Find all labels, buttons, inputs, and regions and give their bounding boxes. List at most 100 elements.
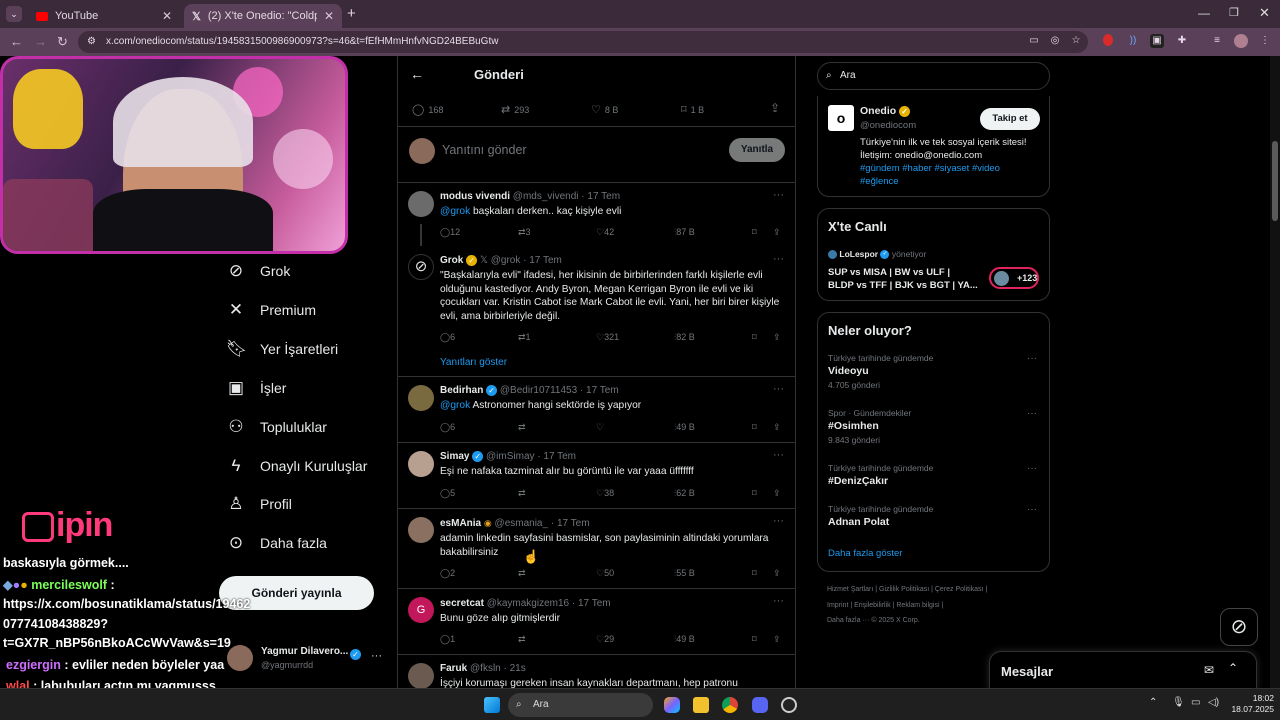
more-options-icon[interactable]: ··· — [773, 253, 784, 265]
taskbar-search[interactable]: ⌕ Ara — [508, 693, 653, 717]
like-action[interactable]: ♡ 42 — [596, 227, 614, 238]
nav-bookmarks[interactable]: 🔖︎ Yer İşaretleri — [226, 338, 338, 360]
like-action[interactable]: ♡ — [596, 422, 604, 433]
app-icon[interactable] — [781, 697, 797, 713]
nav-grok[interactable]: ⊘ Grok — [226, 260, 290, 282]
author-name[interactable]: Bedirhan — [440, 385, 483, 396]
bookmark-action[interactable]: ⌑ — [752, 227, 757, 238]
chrome-icon[interactable] — [722, 697, 738, 713]
like-action[interactable]: ♡ 321 — [596, 332, 619, 343]
close-tab-icon[interactable]: ✕ — [162, 9, 172, 23]
search-input[interactable]: ⌕ Ara — [817, 62, 1050, 90]
tray-chevron-icon[interactable]: ⌃ — [1149, 697, 1157, 708]
repost-action[interactable]: ⇄ — [518, 568, 526, 579]
tweet-avatar[interactable] — [408, 191, 434, 217]
tweet[interactable]: G secretcat @kaymakgizem16 · 17 Tem ··· … — [398, 588, 796, 654]
views-action[interactable]: ⫶ 55 B — [674, 568, 695, 579]
windows-start-icon[interactable] — [484, 697, 500, 713]
footer-links[interactable]: Daha fazla ··· © 2025 X Corp. — [827, 617, 920, 624]
volume-icon[interactable]: ◁) — [1208, 697, 1219, 708]
repost-action[interactable]: ⇄ 3 — [518, 227, 531, 238]
tweet-avatar[interactable] — [408, 451, 434, 477]
file-explorer-icon[interactable] — [693, 697, 709, 713]
nav-premium[interactable]: ✕ Premium — [226, 299, 316, 321]
tweet-avatar[interactable] — [408, 385, 434, 411]
bookmark-action[interactable]: ⌑ — [752, 488, 757, 499]
forward-icon[interactable]: → — [34, 34, 47, 49]
profile-tags[interactable]: #gündem #haber #siyaset #video #eğlence — [860, 162, 1040, 188]
host-name[interactable]: LoLespor — [839, 249, 878, 259]
reply-stat[interactable]: ◯ 168 — [412, 103, 443, 116]
share-action[interactable]: ⇪ — [773, 634, 781, 645]
discord-icon[interactable] — [752, 697, 768, 713]
trend-more-icon[interactable]: ··· — [1027, 408, 1037, 419]
new-message-icon[interactable]: ✉ — [1204, 663, 1214, 677]
onedio-avatar[interactable]: o — [828, 105, 854, 131]
tweet[interactable]: esMAnia ◉ @esmania_ · 17 Tem ··· adamin … — [398, 508, 796, 588]
views-action[interactable]: ⫶ 49 B — [674, 422, 695, 433]
live-listeners-badge[interactable]: +123 — [989, 267, 1039, 289]
trend-more-icon[interactable]: ··· — [1027, 504, 1037, 515]
repost-action[interactable]: ⇄ — [518, 488, 526, 499]
reply-action[interactable]: ◯ 1 — [440, 634, 455, 645]
reply-action[interactable]: ◯ 6 — [440, 332, 455, 343]
grok-avatar-icon[interactable]: ⊘ — [408, 254, 434, 280]
bookmark-stat[interactable]: ⌑ 1 B — [681, 103, 704, 116]
nav-communities[interactable]: ⚇ Topluluklar — [226, 416, 327, 438]
repost-action[interactable]: ⇄ — [518, 422, 526, 433]
trend-item[interactable]: Türkiye tarihinde gündemde Videoyu 4.705… — [818, 351, 1049, 397]
trend-item[interactable]: Türkiye tarihinde gündemde Adnan Polat ·… — [818, 502, 1049, 536]
author-name[interactable]: Grok — [440, 255, 463, 266]
eye-off-icon[interactable]: ◎ — [1048, 34, 1062, 48]
trend-item[interactable]: Türkiye tarihinde gündemde #DenizÇakır ·… — [818, 461, 1049, 495]
nav-more[interactable]: ⊙ Daha fazla — [226, 532, 327, 554]
maximize-button[interactable]: ❐ — [1229, 6, 1239, 19]
account-switcher[interactable]: Yagmur Dilavero... ✓ @yagmurrdd ··· — [226, 644, 386, 674]
tweet-avatar[interactable]: G — [408, 597, 434, 623]
live-text[interactable]: SUP vs MISA | BW vs ULF | BLDP vs TFF | … — [828, 266, 978, 292]
bookmark-action[interactable]: ⌑ — [752, 568, 757, 579]
back-icon[interactable]: ← — [10, 34, 23, 49]
share-action[interactable]: ⇪ — [773, 488, 781, 499]
bookmark-action[interactable]: ⌑ — [752, 634, 757, 645]
footer-links[interactable]: Imprint | Erişilebilirlik | Reklam bilgi… — [827, 602, 943, 609]
more-options-icon[interactable]: ··· — [773, 595, 784, 607]
reading-list-icon[interactable]: ≡ — [1210, 34, 1224, 48]
like-action[interactable]: ♡ 29 — [596, 634, 614, 645]
views-action[interactable]: ⫶ 87 B — [674, 227, 695, 238]
repost-stat[interactable]: ⇄ 293 — [501, 103, 529, 116]
share-action[interactable]: ⇪ — [773, 568, 781, 579]
tweet-avatar[interactable] — [408, 517, 434, 543]
extensions-icon[interactable]: ✚ — [1175, 34, 1189, 48]
account-more-icon[interactable]: ··· — [371, 650, 382, 662]
tweet[interactable]: Simay ✓ @imSimay · 17 Tem ··· Eşi ne naf… — [398, 442, 796, 508]
page-scrollbar[interactable] — [1270, 56, 1280, 688]
repost-action[interactable]: ⇄ — [518, 634, 526, 645]
new-tab-button[interactable]: + — [347, 5, 356, 22]
reload-icon[interactable]: ↻ — [57, 34, 68, 50]
reply-action[interactable]: ◯ 6 — [440, 422, 455, 433]
mention-link[interactable]: @grok — [440, 400, 470, 411]
copilot-icon[interactable] — [664, 697, 680, 713]
more-options-icon[interactable]: ··· — [773, 383, 784, 395]
more-options-icon[interactable]: ··· — [773, 189, 784, 201]
mention-link[interactable]: @grok — [440, 206, 470, 217]
tweet[interactable]: modus vivendi @mds_vivendi · 17 Tem ··· … — [398, 182, 796, 248]
messages-drawer[interactable]: Mesajlar ✉ ⌃ — [989, 651, 1257, 688]
clock[interactable]: 18:02 18.07.2025 — [1228, 693, 1274, 715]
tweet[interactable]: Faruk @fksln · 21s İşçiyi korumaşı gerek… — [398, 654, 796, 688]
author-name[interactable]: Faruk — [440, 663, 467, 674]
reply-button[interactable]: Yanıtla — [729, 138, 785, 162]
bookmark-action[interactable]: ⌑ — [752, 422, 757, 433]
cast-icon[interactable]: ▭ — [1027, 34, 1041, 48]
reply-action[interactable]: ◯ 2 — [440, 568, 455, 579]
expand-icon[interactable]: ⌃ — [1228, 661, 1238, 675]
show-replies-link[interactable]: Yanıtları göster — [440, 357, 507, 368]
grok-floating-button[interactable]: ⊘ — [1220, 608, 1258, 646]
browser-menu-icon[interactable]: ⋮ — [1258, 34, 1272, 48]
extension-red-icon[interactable] — [1103, 34, 1113, 46]
nav-jobs[interactable]: ▣ İşler — [226, 377, 286, 399]
views-action[interactable]: ⫶ 49 B — [674, 634, 695, 645]
footer-links[interactable]: Hizmet Şartları | Gizlilik Politikası | … — [827, 586, 987, 593]
author-name[interactable]: Simay — [440, 451, 469, 462]
